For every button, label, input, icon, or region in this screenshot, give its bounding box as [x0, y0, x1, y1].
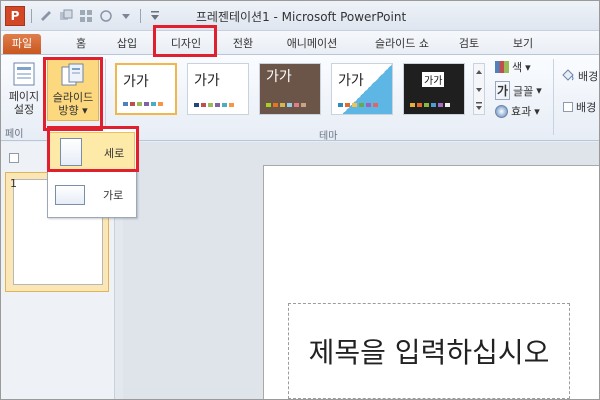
page-setup-label-2: 설정 — [13, 103, 35, 116]
highlight-design-tab — [153, 25, 217, 57]
group-label-page: 페이 — [5, 129, 24, 140]
background-styles-button[interactable]: 배경 — [561, 67, 598, 84]
fonts-icon: 가 — [495, 81, 511, 100]
title-bar: P 프레젠테이션1 - Microsoft PowerPoint — [1, 1, 599, 31]
group-label-theme: 테마 — [319, 131, 338, 142]
theme-sample-text: 가가 — [266, 69, 292, 85]
landscape-label: 가로 — [103, 189, 124, 202]
ribbon-tabs: 파일 홈 삽입 디자인 전환 애니메이션 슬라이드 쇼 검토 보기 — [1, 31, 599, 55]
theme-swatches — [194, 103, 234, 107]
tab-animations[interactable]: 애니메이션 — [277, 34, 347, 54]
landscape-page-icon — [55, 185, 85, 205]
checkbox-icon — [563, 102, 573, 112]
group-separator — [105, 59, 106, 135]
orientation-landscape-option[interactable]: 가로 — [49, 175, 135, 215]
tab-slideshow[interactable]: 슬라이드 쇼 — [367, 34, 437, 54]
tab-home[interactable]: 홈 — [65, 34, 97, 54]
page-setup-icon — [11, 61, 37, 87]
theme-sample-text: 가가 — [194, 73, 220, 89]
powerpoint-window: P 프레젠테이션1 - Microsoft PowerPoint 파일 홈 삽입… — [0, 0, 600, 400]
theme-5[interactable]: 가가 — [403, 63, 465, 115]
theme-sample-text: 가가 — [338, 73, 364, 89]
theme-colors-button[interactable]: 색 ▾ — [495, 59, 531, 75]
theme-fonts-button[interactable]: 가 글꼴 ▾ — [495, 81, 542, 100]
theme-2[interactable]: 가가 — [187, 63, 249, 115]
theme-4[interactable]: 가가 — [331, 63, 393, 115]
theme-3[interactable]: 가가 — [259, 63, 321, 115]
slide-number: 1 — [10, 177, 17, 190]
tab-transitions[interactable]: 전환 — [225, 34, 261, 54]
theme-gallery-scroll[interactable] — [473, 63, 485, 115]
group-separator — [553, 59, 554, 135]
paint-icon — [561, 67, 575, 84]
title-placeholder-text: 제목을 입력하십시오 — [308, 336, 550, 369]
effects-icon — [495, 104, 508, 118]
window-title: 프레젠테이션1 - Microsoft PowerPoint — [195, 10, 407, 24]
effects-label: 효과 — [511, 105, 532, 118]
theme-swatches — [338, 103, 378, 107]
tab-review[interactable]: 검토 — [451, 34, 487, 54]
tab-file[interactable]: 파일 — [3, 34, 41, 54]
theme-swatches — [123, 102, 163, 106]
hide-background-label: 배경 — [576, 101, 597, 114]
pane-toggle-icon[interactable] — [9, 153, 19, 163]
page-setup-label-1: 페이지 — [8, 90, 40, 103]
highlight-portrait-option — [47, 126, 139, 172]
page-setup-button[interactable]: 페이지 설정 — [3, 59, 45, 121]
theme-effects-button[interactable]: 효과 ▾ — [495, 103, 540, 119]
colors-icon — [495, 61, 509, 73]
colors-label: 색 — [512, 61, 523, 74]
theme-swatches — [266, 103, 306, 107]
tab-insert[interactable]: 삽입 — [109, 34, 145, 54]
background-styles-label: 배경 — [578, 69, 599, 83]
fonts-label: 글꼴 — [513, 84, 534, 98]
highlight-orientation-button — [43, 57, 103, 131]
theme-sample-text: 가가 — [123, 74, 149, 90]
tab-view[interactable]: 보기 — [505, 34, 541, 54]
theme-office[interactable]: 가가 — [115, 63, 177, 115]
theme-swatches — [410, 103, 450, 107]
hide-background-checkbox[interactable]: 배경 — [563, 99, 596, 115]
theme-sample-text: 가가 — [422, 72, 445, 87]
